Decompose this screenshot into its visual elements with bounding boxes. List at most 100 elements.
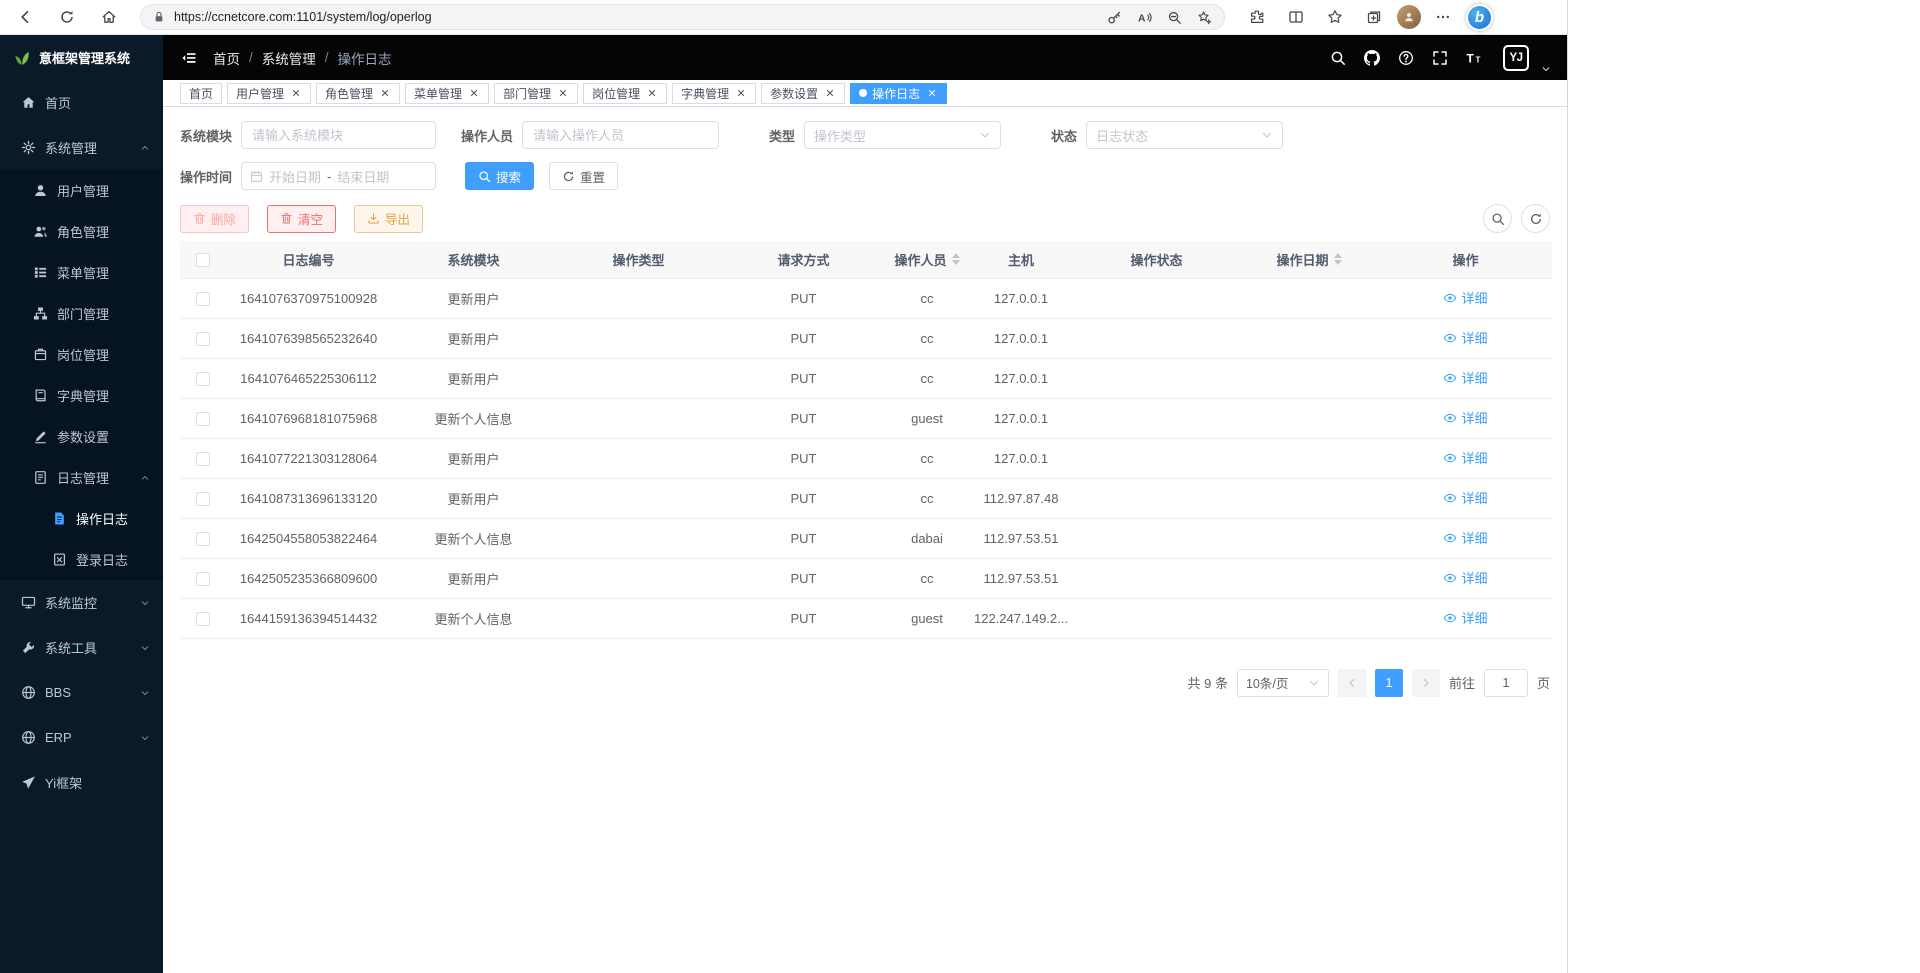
- close-icon[interactable]: [645, 87, 658, 100]
- sidebar-item-post-mgmt[interactable]: 岗位管理: [0, 334, 163, 375]
- tab-oper-log[interactable]: 操作日志: [850, 83, 947, 104]
- breadcrumb-item[interactable]: 系统管理: [262, 48, 316, 68]
- browser-extensions-button[interactable]: [1239, 3, 1275, 31]
- browser-collections-button[interactable]: [1356, 3, 1392, 31]
- sidebar-item-system-mgmt[interactable]: 系统管理: [0, 125, 163, 170]
- module-filter-input[interactable]: [241, 121, 436, 149]
- sidebar-item-log-mgmt[interactable]: 日志管理: [0, 457, 163, 498]
- row-checkbox[interactable]: [196, 452, 210, 466]
- detail-link[interactable]: 详细: [1443, 368, 1487, 387]
- close-icon[interactable]: [467, 87, 480, 100]
- detail-link[interactable]: 详细: [1443, 408, 1487, 427]
- sidebar-item-role-mgmt[interactable]: 角色管理: [0, 211, 163, 252]
- bing-button[interactable]: b: [1466, 4, 1493, 31]
- prev-page-button[interactable]: [1338, 669, 1366, 697]
- tab-dict-mgmt[interactable]: 字典管理: [672, 83, 756, 104]
- sidebar-toggle-button[interactable]: [177, 46, 201, 70]
- sidebar-item-param-settings[interactable]: 参数设置: [0, 416, 163, 457]
- detail-link[interactable]: 详细: [1443, 328, 1487, 347]
- row-checkbox[interactable]: [196, 412, 210, 426]
- site-logo[interactable]: YJ: [1503, 45, 1529, 71]
- header-question-button[interactable]: [1393, 45, 1419, 71]
- header-fullscreen-button[interactable]: [1427, 45, 1453, 71]
- date-range-picker[interactable]: 开始日期 - 结束日期: [241, 162, 436, 190]
- next-page-button[interactable]: [1412, 669, 1440, 697]
- header-search-button[interactable]: [1325, 45, 1351, 71]
- sidebar-item-menu-mgmt[interactable]: 菜单管理: [0, 252, 163, 293]
- browser-home-button[interactable]: [92, 3, 126, 31]
- close-icon[interactable]: [556, 87, 569, 100]
- browser-split-screen-button[interactable]: [1278, 3, 1314, 31]
- urlbar-read-aloud-button[interactable]: A: [1130, 5, 1158, 29]
- tab-user-mgmt[interactable]: 用户管理: [227, 83, 311, 104]
- browser-refresh-button[interactable]: [50, 3, 84, 31]
- sidebar-item-oper-log[interactable]: 操作日志: [0, 498, 163, 539]
- close-icon[interactable]: [734, 87, 747, 100]
- toggle-search-button[interactable]: [1483, 204, 1512, 233]
- sidebar-item-dept-mgmt[interactable]: 部门管理: [0, 293, 163, 334]
- breadcrumb-item[interactable]: 首页: [213, 48, 240, 68]
- refresh-list-button[interactable]: [1521, 204, 1550, 233]
- sidebar-item-dict-mgmt[interactable]: 字典管理: [0, 375, 163, 416]
- row-checkbox[interactable]: [196, 292, 210, 306]
- detail-link[interactable]: 详细: [1443, 608, 1487, 627]
- close-icon[interactable]: [289, 87, 302, 100]
- type-select[interactable]: 操作类型: [804, 121, 1001, 149]
- sidebar-item-bbs[interactable]: BBS: [0, 670, 163, 715]
- select-all-checkbox[interactable]: [196, 253, 210, 267]
- browser-star-button[interactable]: [1317, 3, 1353, 31]
- export-button[interactable]: 导出: [354, 205, 423, 233]
- detail-link[interactable]: 详细: [1443, 568, 1487, 587]
- urlbar-zoom-out-button[interactable]: [1160, 5, 1188, 29]
- header-font-size-button[interactable]: TT: [1461, 45, 1487, 71]
- page-1-button[interactable]: 1: [1375, 669, 1403, 697]
- sort-carets-icon[interactable]: [1334, 253, 1342, 265]
- address-bar[interactable]: https://ccnetcore.com:1101/system/log/op…: [140, 4, 1225, 30]
- profile-avatar[interactable]: [1397, 5, 1421, 29]
- header-github-button[interactable]: [1359, 45, 1385, 71]
- detail-link[interactable]: 详细: [1443, 288, 1487, 307]
- close-icon[interactable]: [925, 87, 938, 100]
- sidebar-item-erp[interactable]: ERP: [0, 715, 163, 760]
- row-checkbox[interactable]: [196, 372, 210, 386]
- row-checkbox[interactable]: [196, 492, 210, 506]
- tab-param-settings[interactable]: 参数设置: [761, 83, 845, 104]
- tab-post-mgmt[interactable]: 岗位管理: [583, 83, 667, 104]
- urlbar-star-plus-button[interactable]: [1190, 5, 1218, 29]
- close-icon[interactable]: [823, 87, 836, 100]
- urlbar-key-button[interactable]: [1100, 5, 1128, 29]
- close-icon[interactable]: [378, 87, 391, 100]
- goto-page-input[interactable]: [1484, 669, 1528, 697]
- detail-link[interactable]: 详细: [1443, 528, 1487, 547]
- delete-button[interactable]: 删除: [180, 205, 249, 233]
- sidebar-item-monitor[interactable]: 系统监控: [0, 580, 163, 625]
- detail-link[interactable]: 详细: [1443, 488, 1487, 507]
- sidebar-item-user-mgmt[interactable]: 用户管理: [0, 170, 163, 211]
- row-checkbox[interactable]: [196, 532, 210, 546]
- user-menu-caret-icon[interactable]: [1541, 64, 1551, 74]
- tab-menu-mgmt[interactable]: 菜单管理: [405, 83, 489, 104]
- row-checkbox[interactable]: [196, 572, 210, 586]
- tab-home[interactable]: 首页: [180, 83, 222, 104]
- app-logo[interactable]: 意框架管理系统: [0, 35, 163, 80]
- sidebar-item-home[interactable]: 首页: [0, 80, 163, 125]
- clear-button[interactable]: 清空: [267, 205, 336, 233]
- detail-link[interactable]: 详细: [1443, 448, 1487, 467]
- reset-button[interactable]: 重置: [549, 162, 618, 190]
- page-size-select[interactable]: 10条/页: [1237, 669, 1329, 697]
- sidebar-item-login-log[interactable]: 登录日志: [0, 539, 163, 580]
- oper-filter-input[interactable]: [522, 121, 719, 149]
- sidebar-item-tools[interactable]: 系统工具: [0, 625, 163, 670]
- row-checkbox[interactable]: [196, 612, 210, 626]
- sidebar-item-yi-framework[interactable]: Yi框架: [0, 760, 163, 805]
- column-header-operator[interactable]: 操作人员: [886, 241, 968, 278]
- settings-menu-button[interactable]: [1426, 3, 1460, 31]
- status-select[interactable]: 日志状态: [1086, 121, 1283, 149]
- sort-carets-icon[interactable]: [952, 253, 960, 265]
- search-button[interactable]: 搜索: [465, 162, 534, 190]
- browser-back-button[interactable]: [8, 3, 42, 31]
- tab-dept-mgmt[interactable]: 部门管理: [494, 83, 578, 104]
- column-header-date[interactable]: 操作日期: [1239, 241, 1379, 278]
- row-checkbox[interactable]: [196, 332, 210, 346]
- tab-role-mgmt[interactable]: 角色管理: [316, 83, 400, 104]
